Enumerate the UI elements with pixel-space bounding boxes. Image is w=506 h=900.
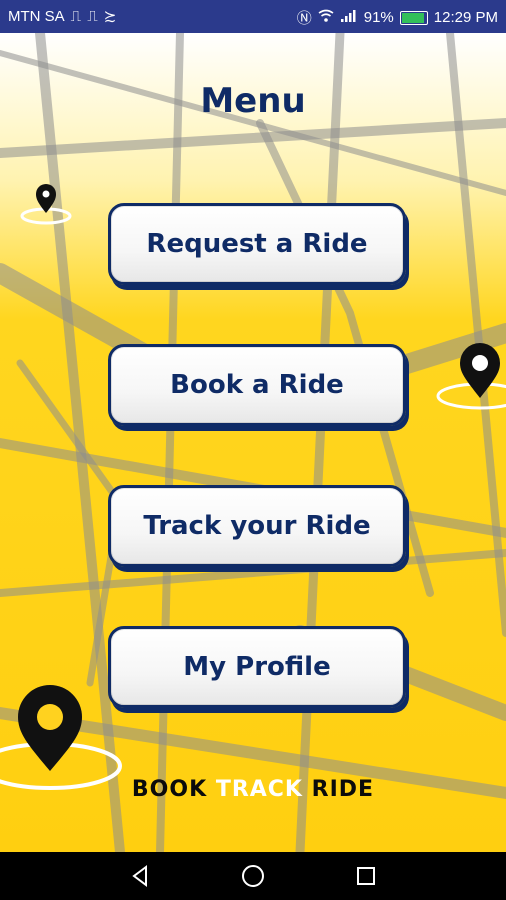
brand-ride: RIDE	[311, 777, 375, 802]
nfc-icon: Ⓝ	[296, 10, 312, 27]
book-ride-button[interactable]: Book a Ride	[108, 344, 406, 426]
brand-track: TRACK	[215, 777, 303, 802]
wifi-icon	[318, 9, 334, 27]
menu-screen: Menu Request a Ride Book a Ride Track yo…	[0, 33, 506, 852]
carrier-label: MTN SA	[8, 7, 65, 25]
usb-icon: ⎍	[70, 7, 82, 25]
brand-book: BOOK	[131, 777, 208, 802]
my-profile-button[interactable]: My Profile	[108, 626, 406, 708]
brand-logo: BOOK TRACK RIDE	[0, 777, 506, 802]
usb-icon: ⎍	[87, 7, 98, 25]
back-icon[interactable]	[128, 864, 152, 888]
map-background	[0, 33, 506, 852]
notification-icon: ≿	[103, 8, 117, 25]
track-ride-button[interactable]: Track your Ride	[108, 485, 406, 567]
page-title: Menu	[200, 81, 306, 121]
signal-icon	[340, 9, 358, 27]
navigation-bar	[0, 852, 506, 900]
battery-percentage: 91%	[363, 9, 394, 26]
recents-icon[interactable]	[354, 864, 378, 888]
time-label: 12:29 PM	[433, 9, 498, 26]
status-bar: MTN SA ⎍ ⎍ ≿ Ⓝ 91% 12:29 PM	[0, 0, 506, 33]
battery-icon	[399, 10, 428, 25]
request-ride-button[interactable]: Request a Ride	[108, 203, 406, 285]
home-icon[interactable]	[241, 864, 265, 888]
